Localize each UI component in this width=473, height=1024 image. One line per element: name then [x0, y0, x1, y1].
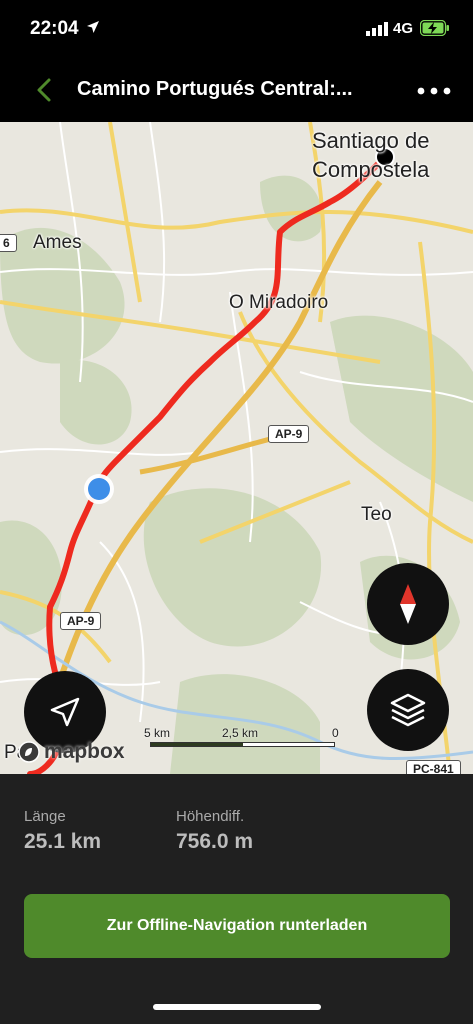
- location-arrow-icon: [87, 21, 99, 33]
- route-map[interactable]: Santiago de Compostela Ames O Miradoiro …: [0, 122, 473, 774]
- download-offline-button[interactable]: Zur Offline-Navigation runterladen: [24, 894, 450, 958]
- map-label-mirador: O Miradoiro: [229, 292, 329, 313]
- back-button[interactable]: [30, 74, 60, 106]
- signal-bars-icon: [366, 22, 388, 36]
- road-shield-ap9: AP-9: [60, 612, 102, 630]
- battery-charging-icon: [420, 20, 449, 36]
- status-time: 22:04: [30, 18, 79, 39]
- map-scale: 5 km 2,5 km 0: [136, 726, 340, 750]
- status-bar: 22:04 4G: [0, 0, 473, 58]
- elevation-value: 756.0 m: [176, 830, 254, 853]
- scale-label-left: 5 km: [144, 726, 171, 740]
- scale-label-mid: 2,5 km: [222, 726, 259, 740]
- layers-button[interactable]: [367, 669, 449, 751]
- compass-icon: [400, 584, 416, 624]
- chevron-left-icon: [37, 78, 51, 102]
- layers-icon: [390, 693, 426, 727]
- map-label-santiago: Santiago de Compostela: [312, 128, 430, 182]
- map-label-ames: Ames: [33, 232, 82, 253]
- mapbox-text: mapbox: [44, 740, 125, 763]
- compass-button[interactable]: [367, 563, 449, 645]
- home-indicator: [153, 1004, 321, 1010]
- nav-bar: Camino Portugués Central:...: [0, 58, 473, 122]
- road-shield-pc841: PC-841: [406, 760, 461, 774]
- more-dots-icon: [417, 87, 451, 95]
- road-shield-ap9: AP-9: [268, 425, 310, 443]
- mapbox-attribution[interactable]: mapbox: [18, 740, 125, 764]
- scale-bar-fill: [151, 743, 243, 746]
- network-type: 4G: [393, 20, 414, 37]
- scale-label-right: 0: [332, 726, 339, 740]
- length-label: Länge: [24, 808, 66, 825]
- page-title: Camino Portugués Central:...: [77, 78, 353, 100]
- map-label-teo: Teo: [361, 504, 392, 525]
- length-value: 25.1 km: [24, 830, 102, 853]
- scale-bar: [150, 742, 335, 747]
- route-summary-sheet: Länge 25.1 km Höhendiff. 756.0 m Zur Off…: [0, 774, 473, 1024]
- location-arrow-icon: [50, 697, 80, 727]
- road-shield-six: 6: [0, 234, 17, 252]
- more-options-button[interactable]: [416, 84, 452, 96]
- elevation-label: Höhendiff.: [176, 808, 245, 825]
- mapbox-logo-icon: [18, 741, 40, 763]
